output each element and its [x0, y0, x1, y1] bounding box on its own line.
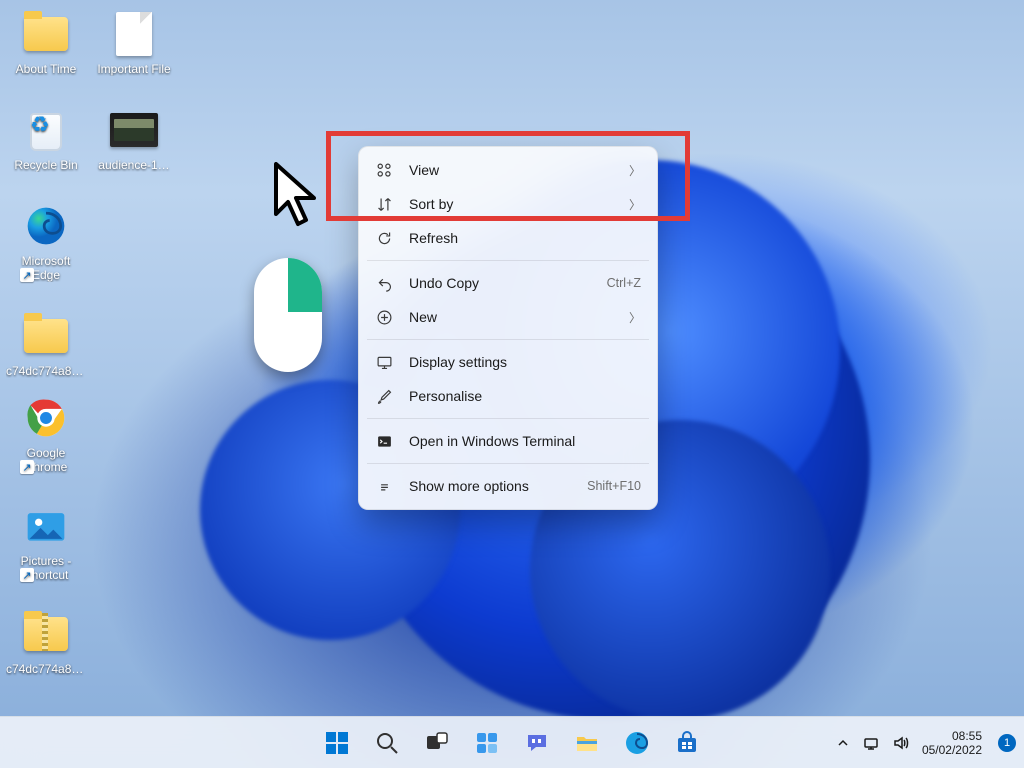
- tray-notification-badge[interactable]: 1: [998, 734, 1016, 752]
- menu-hint: Ctrl+Z: [607, 276, 641, 290]
- taskbar-edge-button[interactable]: [616, 722, 658, 764]
- file-icon: [116, 12, 152, 56]
- chrome-icon: [22, 394, 70, 442]
- taskbar-widgets-button[interactable]: [466, 722, 508, 764]
- chat-icon: [524, 730, 550, 756]
- desktop-icon-recycle-bin[interactable]: ♻ Recycle Bin: [6, 106, 86, 172]
- zip-folder-icon: [24, 617, 68, 651]
- shortcut-arrow-icon: ↗: [20, 460, 34, 474]
- desktop-icon-label: c74dc774a8f…: [6, 662, 86, 676]
- menu-separator: [367, 260, 649, 261]
- explorer-icon: [574, 730, 600, 756]
- pictures-icon: [22, 502, 70, 550]
- desktop-icon-label: c74dc774a8f…: [6, 364, 86, 378]
- menu-hint: Shift+F10: [587, 479, 641, 493]
- shortcut-arrow-icon: ↗: [20, 568, 34, 582]
- grid-icon: [373, 159, 395, 181]
- taskbar-store-button[interactable]: [666, 722, 708, 764]
- desktop-icon-label: Google Chrome: [6, 446, 86, 474]
- desktop-icon-important-file[interactable]: Important File: [94, 10, 174, 76]
- shortcut-arrow-icon: ↗: [20, 268, 34, 282]
- desktop-context-menu: View 〉 Sort by 〉 Refresh Undo Copy Ctrl+…: [358, 146, 658, 510]
- desktop-icon-folder-c74[interactable]: c74dc774a8f…: [6, 312, 86, 378]
- taskbar-taskview-button[interactable]: [416, 722, 458, 764]
- system-tray: 08:55 05/02/2022 1: [835, 717, 1016, 768]
- taskbar-center: [316, 722, 708, 764]
- widgets-icon: [474, 730, 500, 756]
- menu-item-show-more-options[interactable]: Show more options Shift+F10: [365, 469, 651, 503]
- more-options-icon: [373, 475, 395, 497]
- menu-item-refresh[interactable]: Refresh: [365, 221, 651, 255]
- menu-label: Sort by: [409, 196, 621, 212]
- display-icon: [373, 351, 395, 373]
- taskbar-chat-button[interactable]: [516, 722, 558, 764]
- desktop-icon-label: Recycle Bin: [6, 158, 86, 172]
- desktop[interactable]: About Time ♻ Recycle Bin ↗ Microsoft Edg…: [0, 0, 1024, 768]
- folder-icon: [24, 319, 68, 353]
- start-button[interactable]: [316, 722, 358, 764]
- chevron-right-icon: 〉: [629, 309, 641, 326]
- tray-network-icon[interactable]: [864, 734, 881, 751]
- menu-item-open-terminal[interactable]: Open in Windows Terminal: [365, 424, 651, 458]
- menu-item-new[interactable]: New 〉: [365, 300, 651, 334]
- mouse-right-button-highlight: [288, 258, 322, 312]
- menu-item-display-settings[interactable]: Display settings: [365, 345, 651, 379]
- menu-label: Display settings: [409, 354, 641, 370]
- image-thumb-icon: [110, 113, 158, 147]
- paintbrush-icon: [373, 385, 395, 407]
- desktop-icon-label: audience-1…: [94, 158, 174, 172]
- menu-label: View: [409, 162, 621, 178]
- mouse-graphic-annotation: [254, 258, 322, 372]
- tray-date: 05/02/2022: [922, 743, 982, 757]
- chevron-right-icon: 〉: [629, 162, 641, 179]
- desktop-icon-about-time[interactable]: About Time: [6, 10, 86, 76]
- taskview-icon: [424, 730, 450, 756]
- taskbar-search-button[interactable]: [366, 722, 408, 764]
- desktop-icon-label: Microsoft Edge: [6, 254, 86, 282]
- cursor-arrow-annotation: [274, 162, 324, 234]
- taskbar-explorer-button[interactable]: [566, 722, 608, 764]
- tray-clock[interactable]: 08:55 05/02/2022: [922, 729, 982, 757]
- folder-icon: [24, 17, 68, 51]
- desktop-icon-label: About Time: [6, 62, 86, 76]
- menu-separator: [367, 463, 649, 464]
- sort-icon: [373, 193, 395, 215]
- notif-count: 1: [1004, 737, 1010, 749]
- edge-icon: [624, 730, 650, 756]
- chevron-right-icon: 〉: [629, 196, 641, 213]
- menu-item-undo-copy[interactable]: Undo Copy Ctrl+Z: [365, 266, 651, 300]
- menu-item-personalise[interactable]: Personalise: [365, 379, 651, 413]
- desktop-icon-pictures-shortcut[interactable]: ↗ Pictures - Shortcut: [6, 502, 86, 582]
- recycle-bin-icon: ♻: [22, 106, 70, 154]
- store-icon: [674, 730, 700, 756]
- menu-label: Personalise: [409, 388, 641, 404]
- refresh-icon: [373, 227, 395, 249]
- menu-label: Undo Copy: [409, 275, 607, 291]
- taskbar: 08:55 05/02/2022 1: [0, 716, 1024, 768]
- menu-separator: [367, 418, 649, 419]
- menu-label: Open in Windows Terminal: [409, 433, 641, 449]
- desktop-icon-label: Important File: [94, 62, 174, 76]
- desktop-icon-edge[interactable]: ↗ Microsoft Edge: [6, 202, 86, 282]
- tray-volume-icon[interactable]: [893, 734, 910, 751]
- terminal-icon: [373, 430, 395, 452]
- undo-icon: [373, 272, 395, 294]
- tray-overflow-button[interactable]: [835, 734, 852, 751]
- tray-time: 08:55: [922, 729, 982, 743]
- desktop-icon-label: Pictures - Shortcut: [6, 554, 86, 582]
- desktop-icon-zip-c74[interactable]: c74dc774a8f…: [6, 610, 86, 676]
- menu-separator: [367, 339, 649, 340]
- menu-label: New: [409, 309, 621, 325]
- edge-icon: [22, 202, 70, 250]
- plus-circle-icon: [373, 306, 395, 328]
- menu-label: Refresh: [409, 230, 641, 246]
- desktop-icon-chrome[interactable]: ↗ Google Chrome: [6, 394, 86, 474]
- menu-label: Show more options: [409, 478, 587, 494]
- search-icon: [374, 730, 400, 756]
- menu-item-view[interactable]: View 〉: [365, 153, 651, 187]
- menu-item-sort-by[interactable]: Sort by 〉: [365, 187, 651, 221]
- desktop-icon-audience[interactable]: audience-1…: [94, 106, 174, 172]
